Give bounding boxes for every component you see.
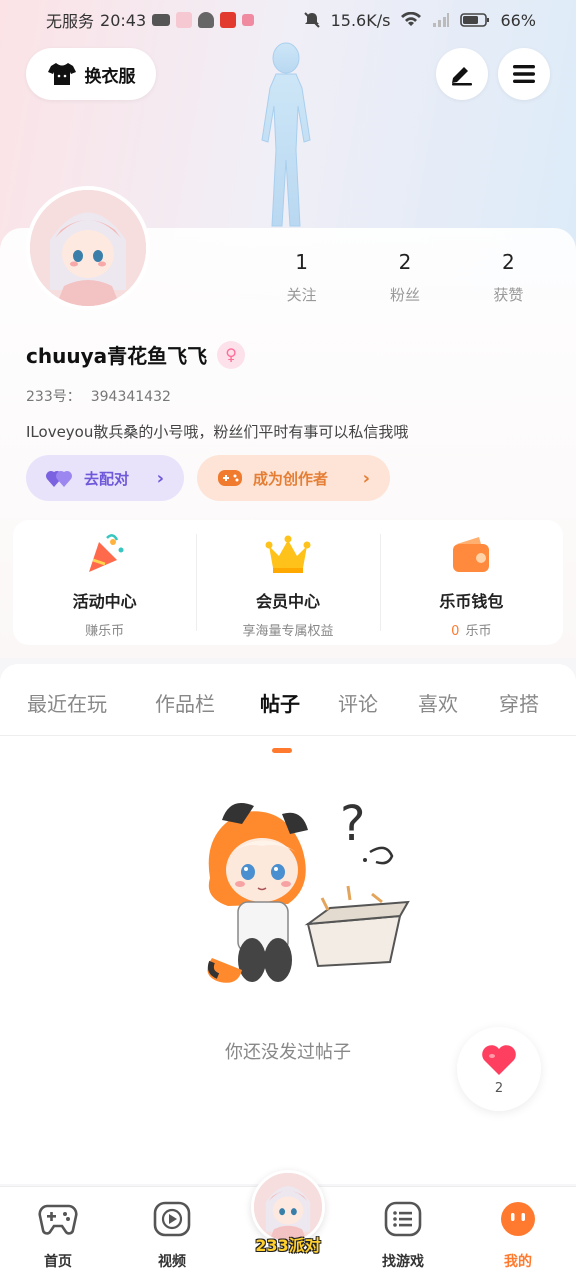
crown-icon	[265, 535, 311, 573]
become-creator-button[interactable]: 成为创作者 ›	[197, 455, 390, 501]
feature-subtitle: 享海量专属权益	[242, 624, 334, 639]
empty-posts-illustration: ?	[207, 796, 410, 983]
video-notification-icon	[152, 14, 171, 26]
feature-subtitle: 赚乐币	[85, 624, 125, 639]
tab-works[interactable]: 作品栏	[155, 688, 215, 717]
menu-icon	[513, 65, 535, 83]
become-creator-label: 成为创作者	[253, 469, 329, 488]
username: chuuya青花鱼飞飞	[26, 344, 208, 368]
wifi-icon	[401, 12, 422, 26]
list-icon	[384, 1201, 422, 1237]
pen-icon	[452, 67, 472, 86]
tab-recent-played[interactable]: 最近在玩	[27, 688, 107, 717]
stat-likes[interactable]: 2 获赞	[457, 250, 560, 305]
nav-item-233-party[interactable]: 233派对	[248, 1170, 328, 1270]
tab-outfits[interactable]: 穿搭	[499, 688, 539, 717]
party-popper-icon	[88, 534, 124, 572]
nav-item-me[interactable]: 我的	[478, 1201, 558, 1271]
time-text: 20:43	[100, 10, 147, 30]
svg-text:?: ?	[340, 796, 365, 852]
heart-icon	[482, 1044, 516, 1075]
avatar-anime-girl-icon	[30, 190, 146, 306]
app-notification-icon	[176, 12, 193, 28]
nav-label: 找游戏	[382, 1254, 424, 1270]
profile-tabs: 最近在玩 作品栏 帖子 评论 喜欢 穿搭	[0, 682, 576, 753]
carrier-text: 无服务	[46, 12, 95, 31]
qq-notification-icon	[198, 12, 215, 28]
shirt-icon	[47, 63, 76, 85]
chevron-right-icon: ›	[362, 467, 370, 489]
nav-label: 我的	[504, 1254, 532, 1270]
tab-likes[interactable]: 喜欢	[418, 688, 458, 717]
activity-center-entry[interactable]: 活动中心 赚乐币	[13, 520, 196, 645]
nav-item-home[interactable]: 首页	[18, 1201, 98, 1271]
menu-button[interactable]	[498, 48, 550, 100]
tab-divider	[0, 735, 576, 736]
stat-value: 2	[398, 250, 412, 274]
smile-face-icon	[501, 1202, 535, 1236]
wallet-icon	[453, 537, 490, 572]
bio-text: ILoveyou散兵桑的小号哦，粉丝们平时有事可以私信我哦	[26, 423, 409, 441]
like-count: 2	[494, 1080, 504, 1096]
match-button[interactable]: 去配对 ›	[26, 455, 184, 501]
feature-subtitle: 0 乐币	[380, 620, 563, 639]
wallet-entry[interactable]: 乐币钱包 0 乐币	[379, 520, 563, 645]
active-tab-indicator	[272, 748, 292, 753]
news-notification-icon	[220, 12, 237, 28]
member-center-entry[interactable]: 会员中心 享海量专属权益	[196, 520, 379, 645]
feature-title: 活动中心	[72, 592, 137, 611]
nav-item-find-games[interactable]: 找游戏	[363, 1201, 443, 1271]
signal-icon	[433, 13, 450, 27]
stat-value: 2	[501, 250, 515, 274]
stat-label: 关注	[286, 286, 317, 304]
nav-label: 首页	[44, 1254, 72, 1270]
change-outfit-button[interactable]: 换衣服	[26, 48, 156, 100]
status-bar: 无服务 20:43 15.6K/s 66%	[0, 0, 576, 40]
app-small-notification-icon	[242, 14, 255, 26]
stat-following[interactable]: 1 关注	[250, 250, 353, 305]
coin-unit: 乐币	[465, 624, 492, 639]
user-id[interactable]: 233号： 394341432	[26, 386, 171, 406]
stat-followers[interactable]: 2 粉丝	[353, 250, 456, 305]
battery-percent-text: 66%	[500, 10, 536, 30]
tab-comments[interactable]: 评论	[338, 688, 378, 717]
feature-title: 乐币钱包	[439, 592, 504, 611]
user-id-value: 394341432	[90, 389, 171, 405]
avatar-anime-girl-icon	[254, 1173, 322, 1241]
feature-title: 会员中心	[255, 592, 320, 611]
hearts-icon	[46, 471, 72, 487]
stat-value: 1	[295, 250, 309, 274]
like-bubble-button[interactable]: 2	[457, 1027, 541, 1111]
nav-item-video[interactable]: 视频	[132, 1201, 212, 1271]
match-label: 去配对	[84, 469, 130, 488]
profile-stats: 1 关注 2 粉丝 2 获赞	[250, 250, 560, 305]
avatar[interactable]	[26, 186, 150, 310]
mute-bell-icon	[303, 12, 320, 28]
gamepad-icon	[218, 470, 242, 486]
user-id-label: 233号：	[26, 389, 81, 405]
edit-profile-button[interactable]	[436, 48, 488, 100]
change-outfit-label: 换衣服	[84, 66, 136, 87]
chevron-right-icon: ›	[156, 467, 164, 489]
stat-label: 获赞	[493, 286, 524, 304]
coin-balance: 0	[451, 624, 460, 639]
gamepad-icon	[38, 1204, 78, 1235]
character-silhouette-icon	[261, 42, 311, 227]
username-row: chuuya青花鱼飞飞 ♀	[26, 340, 246, 369]
nav-label: 视频	[158, 1254, 186, 1270]
network-speed-text: 15.6K/s	[330, 10, 391, 30]
feature-card: 活动中心 赚乐币 会员中心 享海量专属权益 乐币钱包 0 乐币	[13, 520, 563, 645]
stat-label: 粉丝	[389, 286, 420, 304]
female-gender-icon: ♀	[217, 340, 246, 369]
play-icon	[153, 1201, 191, 1237]
battery-icon	[460, 13, 490, 27]
party-brand-label: 233派对	[255, 1236, 321, 1255]
tab-posts[interactable]: 帖子	[260, 688, 300, 717]
